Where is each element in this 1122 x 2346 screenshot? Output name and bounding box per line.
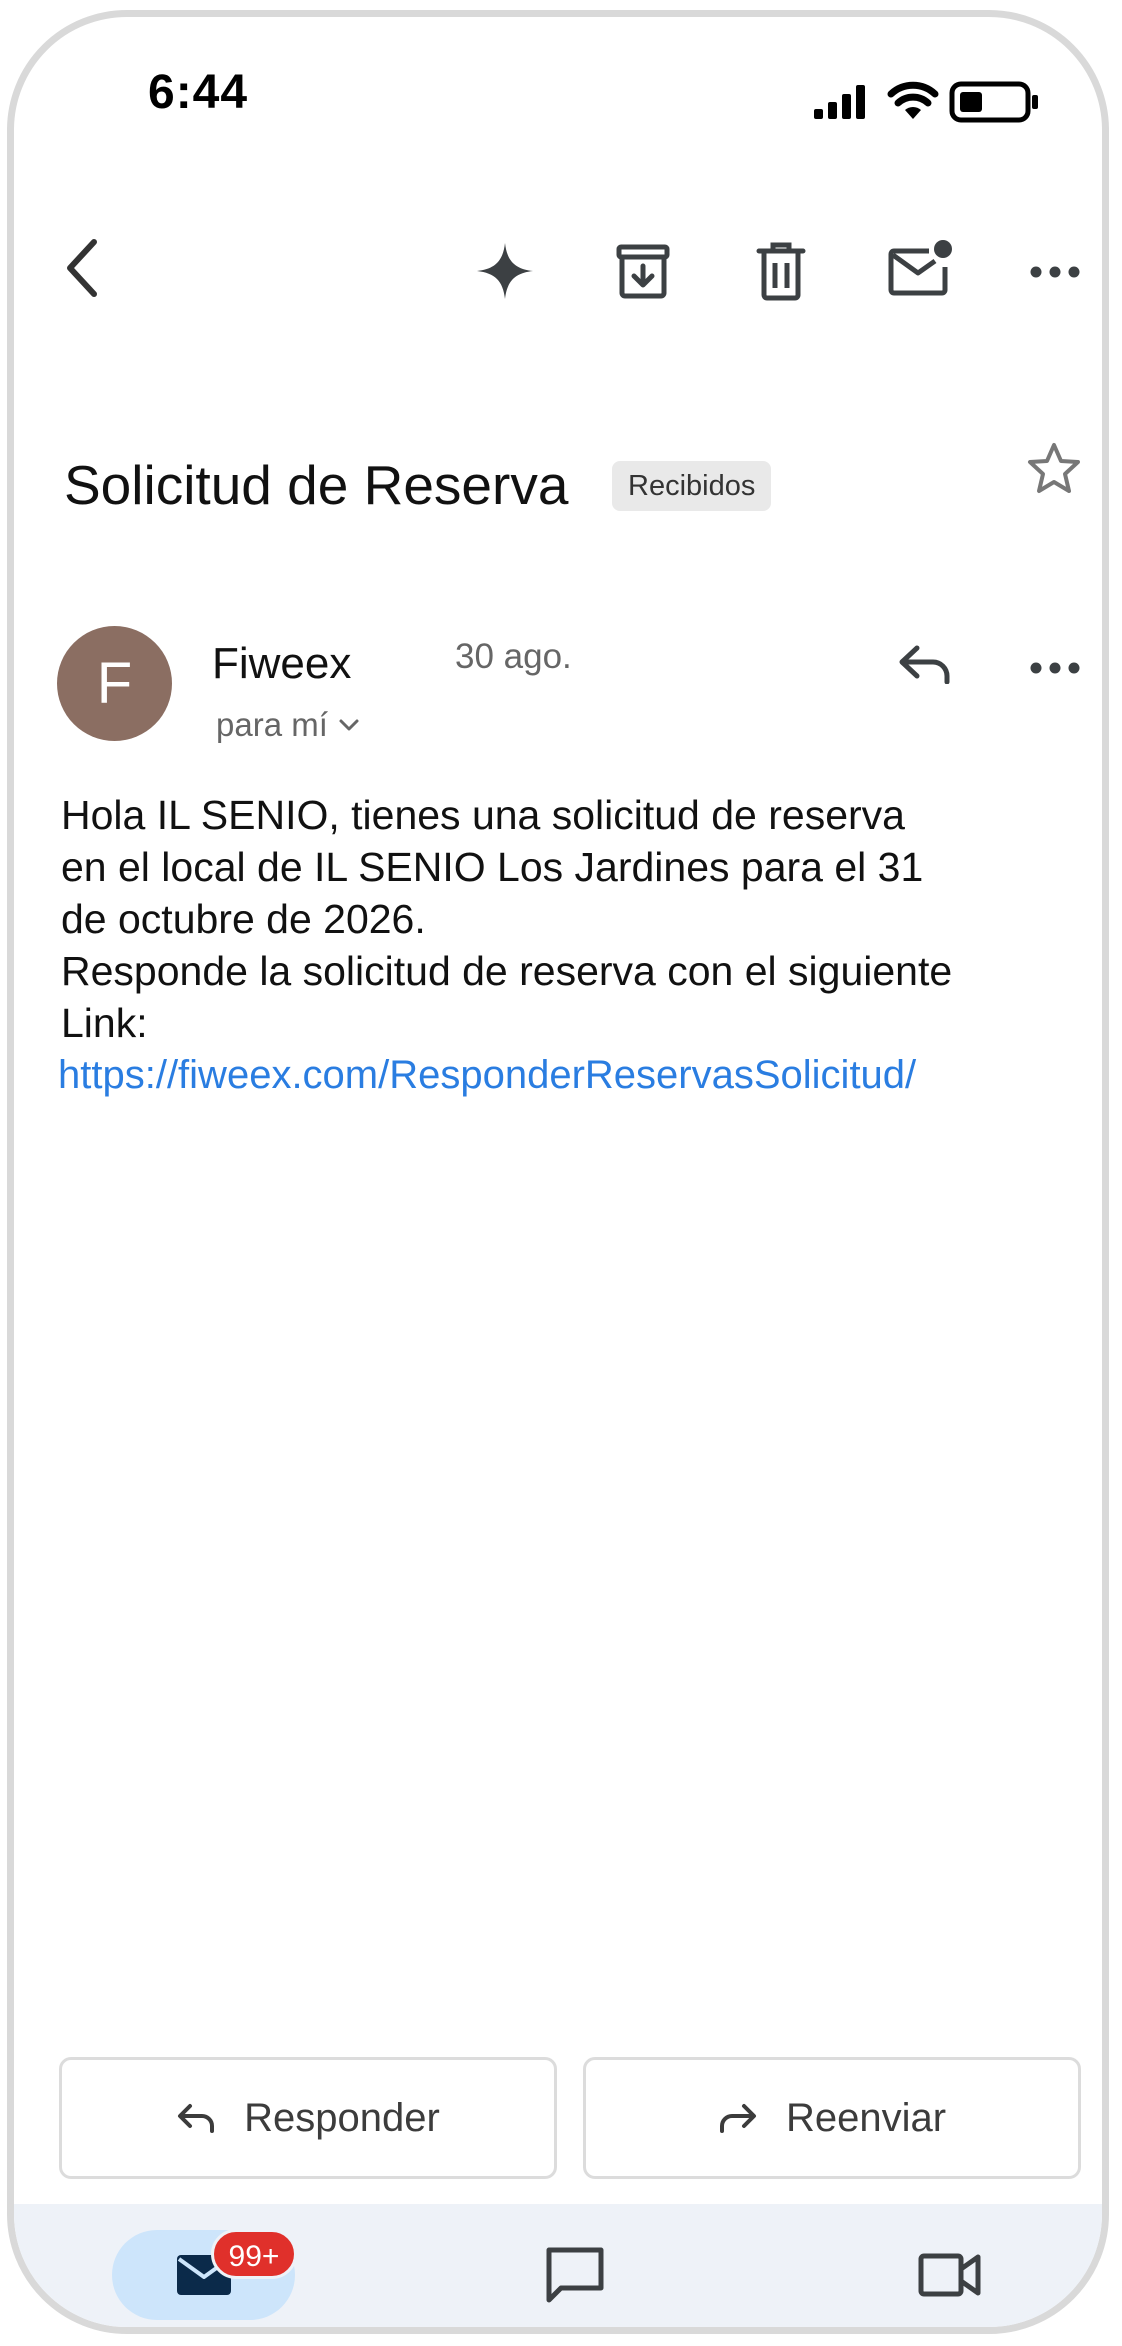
archive-icon: [616, 244, 670, 299]
message-more-button[interactable]: [1017, 633, 1093, 703]
star-icon: [1028, 443, 1080, 493]
gemini-button[interactable]: [465, 231, 545, 311]
wifi-icon: [887, 79, 939, 126]
sender-name: Fiweex: [212, 639, 352, 688]
reply-icon: [899, 645, 950, 684]
email-subject: Solicitud de Reserva: [64, 454, 569, 516]
phone-frame: 6:44 Solicitud de Reserva Recibidos F Fi…: [7, 10, 1109, 2334]
delete-icon: [756, 242, 806, 301]
chevron-down-icon: [339, 719, 359, 731]
body-line: Link:: [61, 1000, 148, 1046]
delete-button[interactable]: [741, 231, 821, 311]
body-line: en el local de IL SENIO Los Jardines par…: [61, 844, 924, 890]
forward-button-label: Reenviar: [785, 2095, 947, 2140]
back-icon: [67, 239, 97, 297]
reply-button-label: Responder: [244, 2095, 440, 2140]
nav-chat-tab[interactable]: [530, 2235, 620, 2315]
archive-button[interactable]: [603, 231, 683, 311]
body-line: Responde la solicitud de reserva con el …: [61, 948, 953, 994]
signal-icon: [812, 81, 872, 126]
email-date: 30 ago.: [455, 637, 572, 676]
email-body: Hola IL SENIO, tienes una solicitud de r…: [61, 789, 1061, 1049]
sender-avatar[interactable]: F: [57, 626, 172, 741]
chat-icon: [546, 2247, 604, 2303]
body-line: de octubre de 2026.: [61, 896, 426, 942]
reply-icon: [178, 2104, 215, 2133]
inbox-label-chip[interactable]: Recibidos: [612, 461, 772, 511]
status-time: 6:44: [148, 66, 249, 119]
recipient-label: para mí: [216, 706, 328, 743]
reply-button[interactable]: Responder: [59, 2057, 557, 2179]
sparkle-icon: [477, 243, 533, 299]
forward-button[interactable]: Reenviar: [583, 2057, 1081, 2179]
more-icon: [1030, 662, 1080, 674]
mark-unread-icon: [888, 240, 952, 296]
recipient-toggle[interactable]: para mí: [216, 706, 360, 744]
battery-icon: [949, 80, 1041, 129]
unread-count-badge: 99+: [211, 2229, 297, 2279]
video-camera-icon: [918, 2253, 981, 2297]
response-link[interactable]: https://fiweex.com/ResponderReservasSoli…: [58, 1053, 916, 1098]
back-button[interactable]: [47, 223, 117, 313]
more-icon: [1030, 266, 1080, 278]
reply-quick-button[interactable]: [885, 629, 965, 699]
nav-meet-tab[interactable]: [905, 2235, 995, 2315]
forward-icon: [719, 2104, 756, 2133]
body-line: Hola IL SENIO, tienes una solicitud de r…: [61, 792, 905, 838]
mark-unread-button[interactable]: [878, 227, 962, 311]
more-options-button[interactable]: [1017, 237, 1093, 307]
star-button[interactable]: [1014, 429, 1094, 509]
